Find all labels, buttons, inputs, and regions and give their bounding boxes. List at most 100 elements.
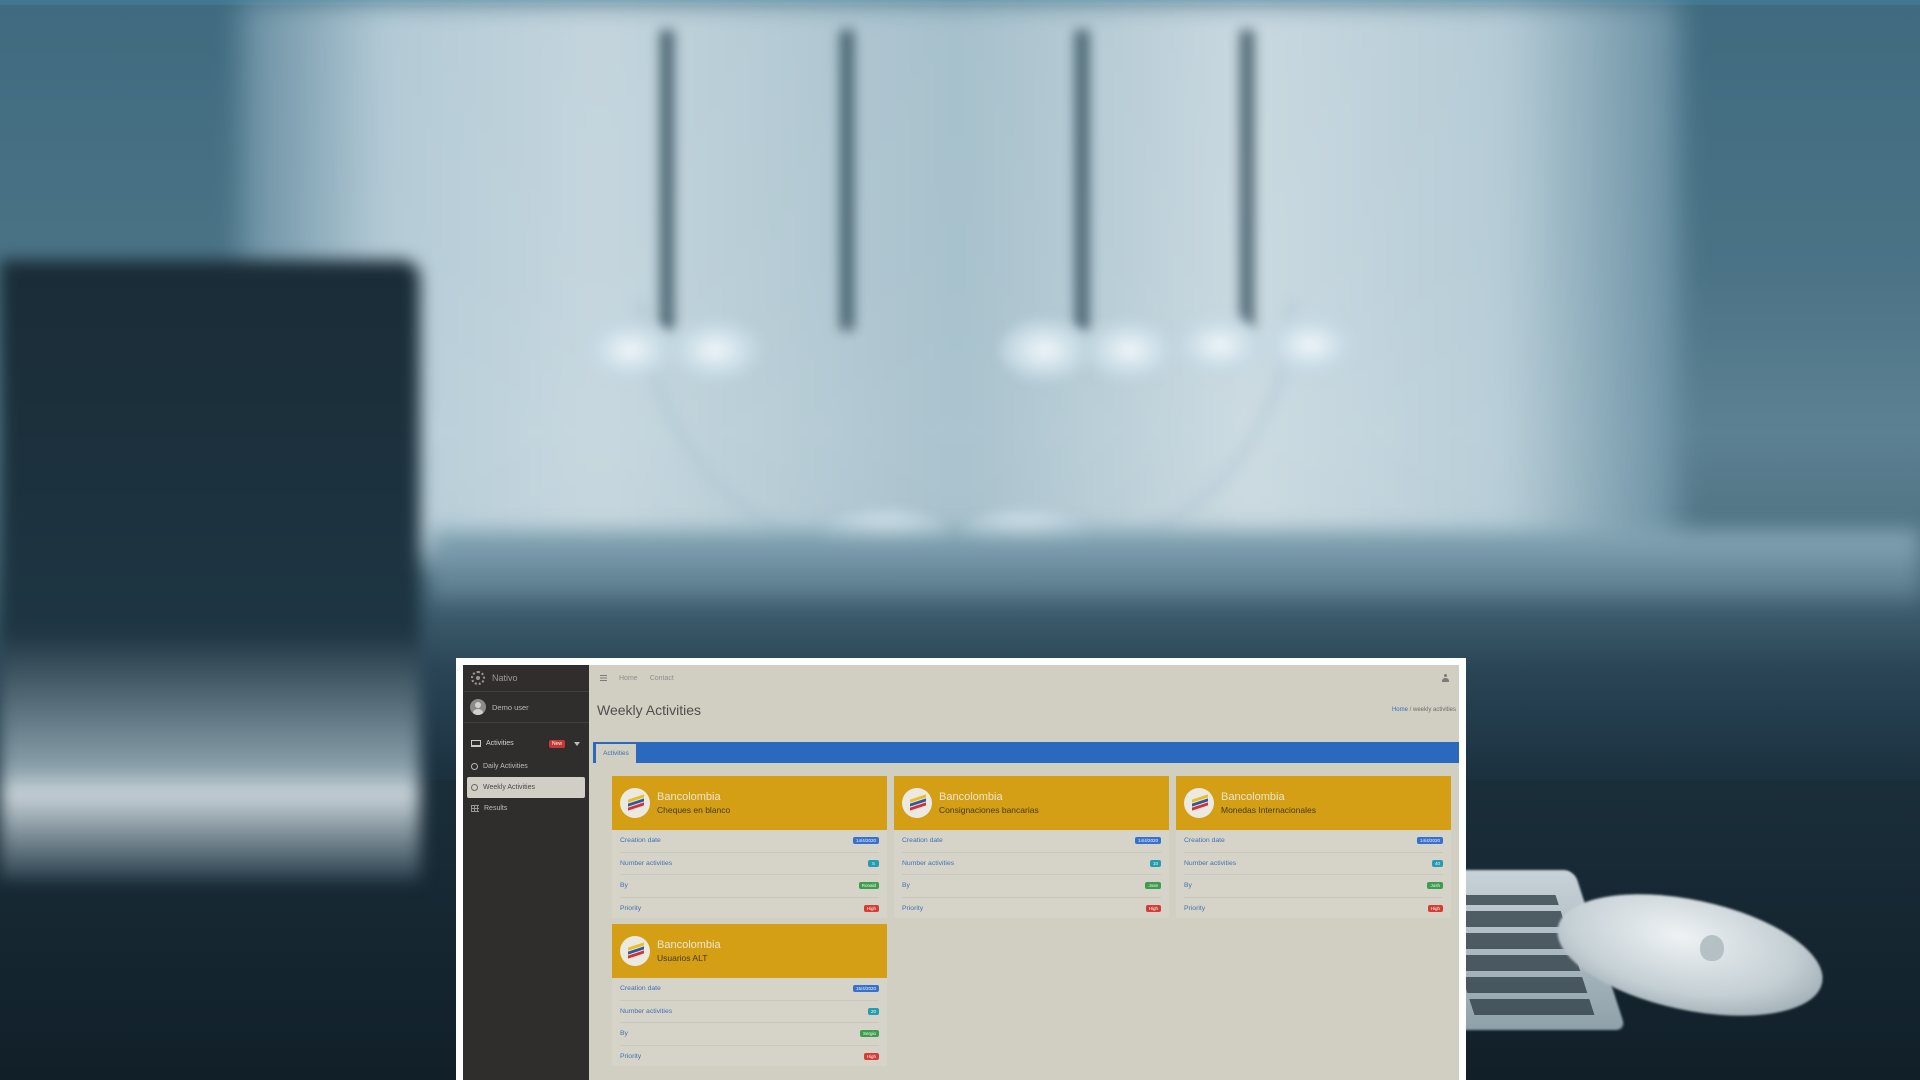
priority-badge: High xyxy=(1145,904,1161,912)
row-label: Priority xyxy=(1184,904,1206,912)
chevron-down-icon[interactable] xyxy=(574,741,580,746)
row-label: Priority xyxy=(620,904,642,912)
card-row-by: By Ronald xyxy=(620,875,879,898)
user-panel[interactable]: Demo user xyxy=(463,692,589,723)
row-label: Creation date xyxy=(902,837,943,845)
count-badge: 20 xyxy=(867,1007,879,1015)
priority-badge: High xyxy=(863,1052,879,1060)
bancolombia-logo-icon xyxy=(1184,788,1214,818)
card-row-priority: Priority High xyxy=(902,898,1161,920)
row-label: By xyxy=(902,882,910,890)
card-row-number-activities: Number activities 20 xyxy=(620,1001,879,1023)
card-row-by: By Sergio xyxy=(620,1023,879,1046)
count-badge: 10 xyxy=(1149,859,1161,867)
row-label: Number activities xyxy=(1184,859,1237,867)
author-badge: Josh xyxy=(1427,882,1443,890)
background-glass xyxy=(1085,320,1175,380)
bancolombia-logo-icon xyxy=(620,936,650,966)
count-badge: 40 xyxy=(1431,859,1443,867)
card-header: Bancolombia Consignaciones bancarias xyxy=(894,776,1169,830)
sidebar-item-label: Results xyxy=(484,805,508,812)
date-badge: 15/4/2020 xyxy=(852,985,879,993)
background-laptop xyxy=(0,260,420,880)
author-badge: Jose xyxy=(1145,882,1161,890)
card-header: Bancolombia Cheques en blanco xyxy=(612,776,887,830)
app-window: Nativo Demo user Activities New Daily Ac… xyxy=(463,665,1459,1080)
tab-bar xyxy=(593,742,1459,763)
card-bank: Bancolombia xyxy=(657,939,721,951)
card-title: Monedas Internacionales xyxy=(1221,805,1316,815)
row-label: Creation date xyxy=(620,837,661,845)
bancolombia-logo-icon xyxy=(620,788,650,818)
date-badge: 14/4/2020 xyxy=(1134,837,1161,845)
row-label: Number activities xyxy=(902,859,955,867)
card-row-creation-date: Creation date 14/4/2020 xyxy=(1184,830,1443,853)
nav-link-home[interactable]: Home xyxy=(619,675,638,682)
activity-card[interactable]: Bancolombia Consignaciones bancarias Cre… xyxy=(894,776,1169,918)
row-label: Creation date xyxy=(1184,837,1225,845)
card-body: Creation date 15/4/2020 Number activities… xyxy=(612,978,887,1067)
card-row-creation-date: Creation date 14/4/2020 xyxy=(902,830,1161,853)
breadcrumb: Home / weekly activities xyxy=(1392,707,1456,713)
card-title: Consignaciones bancarias xyxy=(939,805,1039,815)
card-row-number-activities: Number activities 5 xyxy=(620,853,879,875)
card-row-creation-date: Creation date 15/4/2020 xyxy=(620,978,879,1001)
card-bank: Bancolombia xyxy=(657,791,721,803)
card-row-number-activities: Number activities 40 xyxy=(1184,853,1443,875)
card-header: Bancolombia Monedas Internacionales xyxy=(1176,776,1451,830)
count-badge: 5 xyxy=(868,859,879,867)
breadcrumb-current: weekly activities xyxy=(1412,707,1456,713)
brand[interactable]: Nativo xyxy=(463,665,589,692)
row-label: By xyxy=(620,882,628,890)
user-icon[interactable] xyxy=(1442,674,1449,682)
bancolombia-logo-icon xyxy=(902,788,932,818)
tab-activities[interactable]: Activities xyxy=(596,744,636,763)
background-windowsill xyxy=(430,530,1920,600)
breadcrumb-home-link[interactable]: Home xyxy=(1392,707,1408,713)
circle-icon xyxy=(471,784,478,791)
background-glass xyxy=(670,320,760,380)
new-badge: New xyxy=(548,739,565,748)
activity-card[interactable]: Bancolombia Monedas Internacionales Crea… xyxy=(1176,776,1451,918)
row-label: Number activities xyxy=(620,859,673,867)
background-glass xyxy=(1175,315,1265,375)
background-decor xyxy=(1240,30,1254,330)
laptop-icon xyxy=(471,740,481,747)
user-name: Demo user xyxy=(492,702,529,712)
row-label: Priority xyxy=(620,1052,642,1060)
card-row-creation-date: Creation date 14/4/2020 xyxy=(620,830,879,853)
row-label: By xyxy=(620,1030,628,1038)
card-header: Bancolombia Usuarios ALT xyxy=(612,924,887,978)
row-label: Priority xyxy=(902,904,924,912)
apple-logo-icon xyxy=(1700,935,1724,961)
priority-badge: High xyxy=(863,904,879,912)
brand-name: Nativo xyxy=(492,673,518,683)
sidebar-item-weekly-activities[interactable]: Weekly Activities xyxy=(467,777,585,798)
activity-card[interactable]: Bancolombia Usuarios ALT Creation date 15… xyxy=(612,924,887,1066)
sidebar: Nativo Demo user Activities New Daily Ac… xyxy=(463,665,589,1080)
date-badge: 14/4/2020 xyxy=(1416,837,1443,845)
card-title: Cheques en blanco xyxy=(657,805,731,815)
author-badge: Sergio xyxy=(859,1030,879,1038)
sidebar-item-label: Activities xyxy=(486,740,514,747)
card-row-priority: Priority High xyxy=(620,1046,879,1068)
avatar xyxy=(470,699,486,715)
background-decor xyxy=(840,30,854,330)
sidebar-item-activities[interactable]: Activities New xyxy=(463,733,589,754)
activity-card[interactable]: Bancolombia Cheques en blanco Creation d… xyxy=(612,776,887,918)
background-decor xyxy=(1075,30,1089,330)
circle-icon xyxy=(471,763,478,770)
sidebar-item-label: Daily Activities xyxy=(483,763,528,770)
card-bank: Bancolombia xyxy=(939,791,1003,803)
sidebar-item-results[interactable]: Results xyxy=(463,798,589,819)
card-row-number-activities: Number activities 10 xyxy=(902,853,1161,875)
background-glass xyxy=(1265,315,1355,375)
card-row-by: By Jose xyxy=(902,875,1161,898)
sidebar-item-daily-activities[interactable]: Daily Activities xyxy=(463,756,589,777)
sidebar-item-label: Weekly Activities xyxy=(483,784,535,791)
card-title: Usuarios ALT xyxy=(657,953,708,963)
card-row-by: By Josh xyxy=(1184,875,1443,898)
nav-link-contact[interactable]: Contact xyxy=(650,675,674,682)
menu-icon[interactable] xyxy=(600,675,607,681)
background-decor xyxy=(660,30,674,330)
